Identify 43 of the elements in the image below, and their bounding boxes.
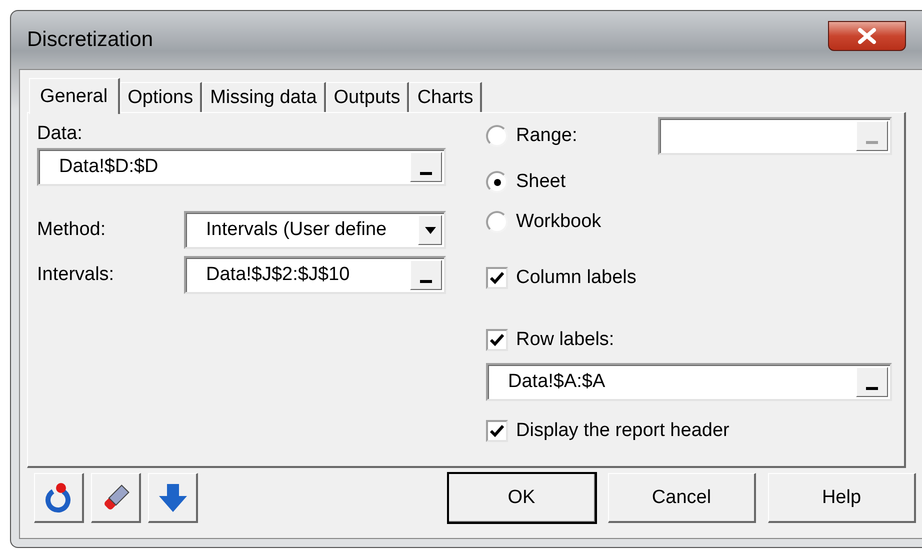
dialog-button[interactable]: Help	[768, 473, 916, 523]
tab[interactable]: Outputs	[326, 82, 410, 112]
field-label: Method:	[37, 219, 107, 241]
reference-field[interactable]: Data!$A:$A	[486, 363, 892, 401]
checkmark-icon	[490, 424, 504, 438]
tab[interactable]: Missing data	[202, 82, 326, 112]
tab[interactable]: General	[29, 78, 120, 114]
select-range-button[interactable]	[410, 260, 442, 290]
down-arrow-icon	[156, 482, 188, 514]
checkmark-icon	[490, 334, 504, 346]
window-title: Discretization	[27, 28, 154, 52]
checkbox[interactable]	[486, 267, 508, 289]
dropdown-arrow-icon	[424, 226, 436, 234]
dash-icon	[866, 387, 878, 390]
toolbar-button[interactable]	[91, 473, 141, 523]
dash-icon	[420, 172, 432, 175]
reference-field[interactable]: Data!$J$2:$J$10	[184, 256, 446, 294]
option-label: Display the report header	[516, 420, 730, 442]
select-range-button[interactable]	[410, 152, 442, 182]
dialog-button[interactable]: Cancel	[608, 473, 756, 523]
dropdown-button[interactable]	[418, 215, 442, 245]
dialog-button[interactable]: OK	[448, 473, 596, 523]
dropdown[interactable]: Intervals (User define	[184, 211, 446, 249]
checkbox[interactable]	[486, 329, 508, 351]
close-icon	[858, 28, 876, 44]
checkmark-icon	[490, 272, 504, 284]
option-label: Workbook	[516, 211, 602, 233]
option-label: Row labels:	[516, 329, 614, 351]
field-label: Data:	[37, 123, 84, 145]
reference-field[interactable]: Data!$D:$D	[37, 148, 446, 186]
option-label: Range:	[516, 125, 578, 147]
field-label: Intervals:	[37, 264, 116, 286]
toolbar-button[interactable]	[148, 473, 198, 523]
tab[interactable]: Options	[120, 82, 202, 112]
option-label: Column labels	[516, 267, 636, 289]
dash-icon	[866, 141, 878, 144]
option-label: Sheet	[516, 171, 566, 193]
dash-icon	[420, 280, 432, 283]
checkbox[interactable]	[486, 420, 508, 442]
select-range-button[interactable]	[856, 367, 888, 397]
close-button[interactable]	[828, 21, 906, 51]
tab[interactable]: Charts	[409, 82, 482, 112]
toolbar-button[interactable]	[34, 473, 84, 523]
